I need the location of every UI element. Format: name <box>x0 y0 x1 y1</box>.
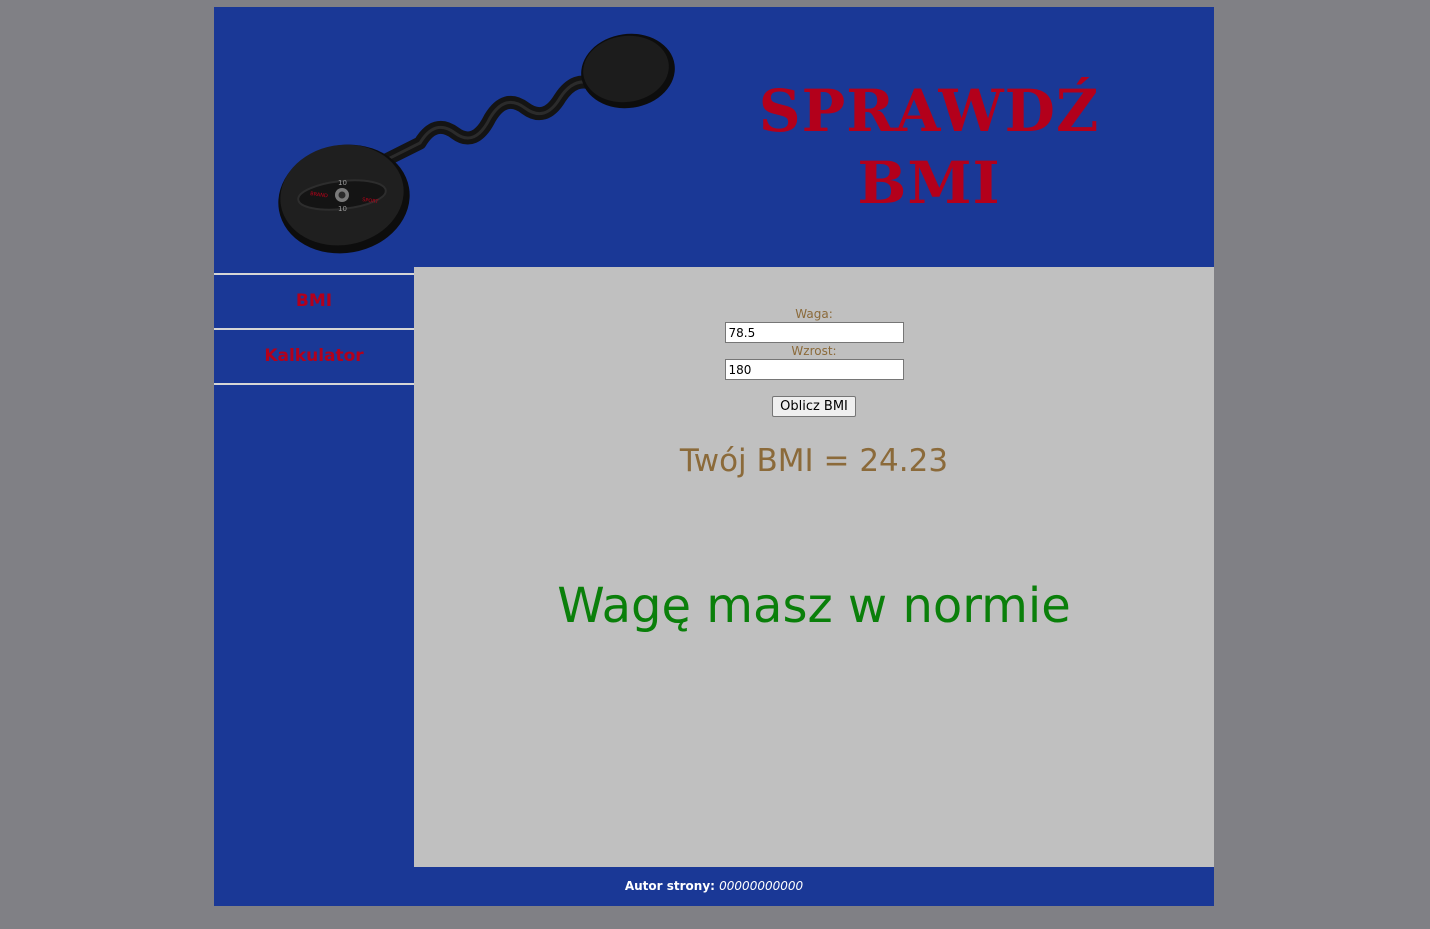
weight-label: Waga: <box>795 307 833 321</box>
calculate-bmi-button[interactable]: Oblicz BMI <box>772 396 856 417</box>
bmi-verdict: Wagę masz w normie <box>557 578 1071 634</box>
page-container: BRAND SPORT 10 10 SPRAWDŹ BMI BMI Kalkul… <box>214 7 1214 906</box>
svg-text:10: 10 <box>338 205 347 213</box>
sidebar: BMI Kalkulator <box>214 267 414 867</box>
sidebar-item-bmi[interactable]: BMI <box>214 273 414 328</box>
sidebar-item-kalkulator[interactable]: Kalkulator <box>214 328 414 383</box>
page-title-line-2: BMI <box>857 149 1001 217</box>
bmi-result: Twój BMI = 24.23 <box>679 443 949 479</box>
author-label: Autor strony: <box>624 879 715 893</box>
bmi-form: Waga: Wzrost: Oblicz BMI <box>414 307 1214 417</box>
banner: BRAND SPORT 10 10 SPRAWDŹ BMI <box>214 7 1214 267</box>
barbell-icon: BRAND SPORT 10 10 <box>278 33 675 254</box>
author-value: 00000000000 <box>719 879 804 893</box>
svg-text:10: 10 <box>338 179 347 187</box>
footer: Autor strony: 00000000000 <box>214 867 1214 906</box>
height-input[interactable] <box>724 359 904 380</box>
height-label: Wzrost: <box>791 344 837 358</box>
page-title: SPRAWDŹ BMI <box>714 75 1144 219</box>
sidebar-divider <box>214 383 414 385</box>
main-content: Waga: Wzrost: Oblicz BMI Twój BMI = 24.2… <box>414 267 1214 867</box>
page-title-line-1: SPRAWDŹ <box>758 77 1100 145</box>
weight-input[interactable] <box>724 322 904 343</box>
